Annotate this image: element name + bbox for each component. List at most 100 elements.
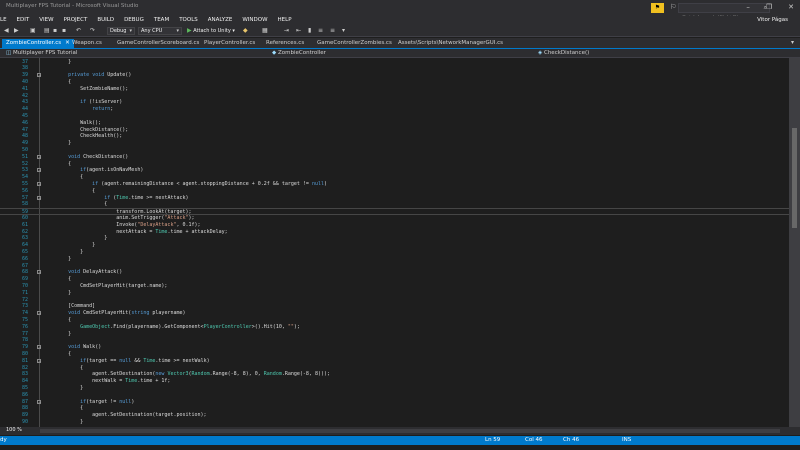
code-line[interactable]: 39 − private void Update() [0,72,800,79]
code-text[interactable]: } [44,290,71,297]
tab-weapon[interactable]: Weapon.cs [72,39,102,48]
code-text[interactable]: { [44,276,71,283]
code-text[interactable]: } [44,331,71,338]
code-line[interactable]: 40 { [0,79,800,86]
forward-icon[interactable]: ▶ [14,27,19,34]
code-line[interactable]: 85 } [0,385,800,392]
code-text[interactable]: void CmdSetPlayerHit(string playername) [44,310,185,317]
code-text[interactable]: SetZombieName(); [44,86,128,93]
code-line[interactable]: 75 { [0,317,800,324]
code-line[interactable]: 74 − void CmdSetPlayerHit(string playerna… [0,310,800,317]
horizontal-scrollbar[interactable] [40,429,780,433]
code-text[interactable]: CheckHealth(); [44,133,122,140]
code-text[interactable]: { [44,405,83,412]
back-icon[interactable]: ◀ [4,27,9,34]
code-line[interactable]: 45 [0,113,800,120]
code-line[interactable]: 66 } [0,256,800,263]
code-text[interactable]: } [44,235,107,242]
collapse-icon[interactable]: − [37,345,41,350]
code-line[interactable]: 77 } [0,331,800,338]
code-text[interactable]: } [44,59,71,66]
collapse-icon[interactable]: − [37,168,41,173]
code-line[interactable]: 54 { [0,174,800,181]
code-text[interactable]: if(agent.isOnNavMesh) [44,167,143,174]
code-text[interactable]: void DelayAttack() [44,269,122,276]
code-text[interactable]: void Walk() [44,344,101,351]
code-line[interactable]: 80 { [0,351,800,358]
code-text[interactable]: Invoke("DelayAttack", 0.1f); [44,222,200,229]
tab-gamecontrollerzombies[interactable]: GameControllerZombies.cs [317,39,392,48]
code-line[interactable]: 59 transform.LookAt(target); [0,208,800,215]
code-line[interactable]: 81 − if(target == null && Time.time >= ne… [0,358,800,365]
code-line[interactable]: 48 CheckHealth(); [0,133,800,140]
code-line[interactable]: 50 [0,147,800,154]
code-editor[interactable]: 37 } 38 39− private void Update() 40 {41 Se… [0,58,800,427]
maximize-icon[interactable]: ❐ [766,3,772,11]
notification-icon[interactable]: ⚐ [670,3,676,11]
code-line[interactable]: 86 [0,392,800,399]
tab-zombiecontroller[interactable]: ZombieController.cs ✕ [2,39,74,48]
code-line[interactable]: 41 SetZombieName(); [0,86,800,93]
code-line[interactable]: 62 nextAttack = Time.time + attackDelay; [0,229,800,236]
code-line[interactable]: 89 agent.SetDestination(target.position)… [0,412,800,419]
scrollbar-thumb[interactable] [792,128,797,228]
collapse-icon[interactable]: − [37,399,41,404]
code-line[interactable]: 57 − if (Time.time >= nextAttack) [0,195,800,202]
code-text[interactable]: Walk(); [44,120,101,127]
code-text[interactable]: CmdSetPlayerHit(target.name); [44,283,167,290]
menu-tools[interactable]: TOOLS [174,16,203,23]
new-project-icon[interactable]: ▣ [30,27,36,34]
code-line[interactable]: 52 { [0,161,800,168]
menu-debug[interactable]: DEBUG [119,16,149,23]
code-text[interactable]: anim.SetTrigger("Attack"); [44,215,194,222]
code-line[interactable]: 38 [0,65,800,72]
flag-icon[interactable]: ▮ [308,27,311,34]
code-line[interactable]: 70 CmdSetPlayerHit(target.name); [0,283,800,290]
menu-project[interactable]: PROJECT [59,16,93,23]
code-line[interactable]: 53 − if(agent.isOnNavMesh) [0,167,800,174]
more-icon[interactable]: ▾ [342,27,345,34]
menu-view[interactable]: VIEW [34,16,58,23]
collapse-icon[interactable]: − [37,311,41,316]
code-text[interactable]: } [44,140,71,147]
undo-icon[interactable]: ↶ [76,27,81,34]
code-line[interactable]: 84 nextWalk = Time.time + 1f; [0,378,800,385]
code-line[interactable]: 46 Walk(); [0,120,800,127]
code-line[interactable]: 55 − if (agent.remainingDistance < agent.… [0,181,800,188]
code-text[interactable]: { [44,201,107,208]
code-text[interactable]: if(target == null && Time.time >= nextWa… [44,358,209,365]
code-line[interactable]: 42 [0,93,800,100]
menu-team[interactable]: TEAM [149,16,174,23]
code-text[interactable]: agent.SetDestination(new Vector3(Random.… [44,371,330,378]
zoom-level[interactable]: 100 % [6,427,22,433]
tab-references[interactable]: References.cs [266,39,304,48]
uncomment-icon[interactable]: ≡ [330,27,335,34]
code-text[interactable]: agent.SetDestination(target.position); [44,412,206,419]
code-line[interactable]: 76 GameObject.Find(playername).GetCompon… [0,324,800,331]
code-text[interactable]: } [44,242,95,249]
code-text[interactable]: nextAttack = Time.time + attackDelay; [44,229,227,236]
close-icon[interactable]: ✕ [65,40,70,46]
platform-dropdown[interactable]: Any CPU ▾ [138,27,182,35]
code-line[interactable]: 68 − void DelayAttack() [0,269,800,276]
code-line[interactable]: 37 } [0,59,800,66]
code-text[interactable]: { [44,188,95,195]
code-text[interactable]: { [44,161,71,168]
minimize-icon[interactable]: – [746,3,750,11]
code-text[interactable]: CheckDistance(); [44,127,128,134]
code-line[interactable]: 67 [0,263,800,270]
comment-icon[interactable]: ≡ [318,27,323,34]
collapse-icon[interactable]: − [37,270,41,275]
code-text[interactable]: } [44,256,71,263]
code-line[interactable]: 90 } [0,419,800,426]
code-text[interactable]: if (agent.remainingDistance < agent.stop… [44,181,327,188]
member-dropdown[interactable]: ◈ CheckDistance() [538,50,589,56]
code-text[interactable]: [Command] [44,303,95,310]
code-text[interactable]: return; [44,106,113,113]
menu-help[interactable]: HELP [273,16,297,23]
code-line[interactable]: 60 anim.SetTrigger("Attack"); [0,215,800,222]
code-text[interactable]: if (!isServer) [44,99,122,106]
find-icon[interactable]: ◆ [243,27,248,34]
tab-playercontroller[interactable]: PlayerController.cs [204,39,255,48]
code-text[interactable]: { [44,317,71,324]
